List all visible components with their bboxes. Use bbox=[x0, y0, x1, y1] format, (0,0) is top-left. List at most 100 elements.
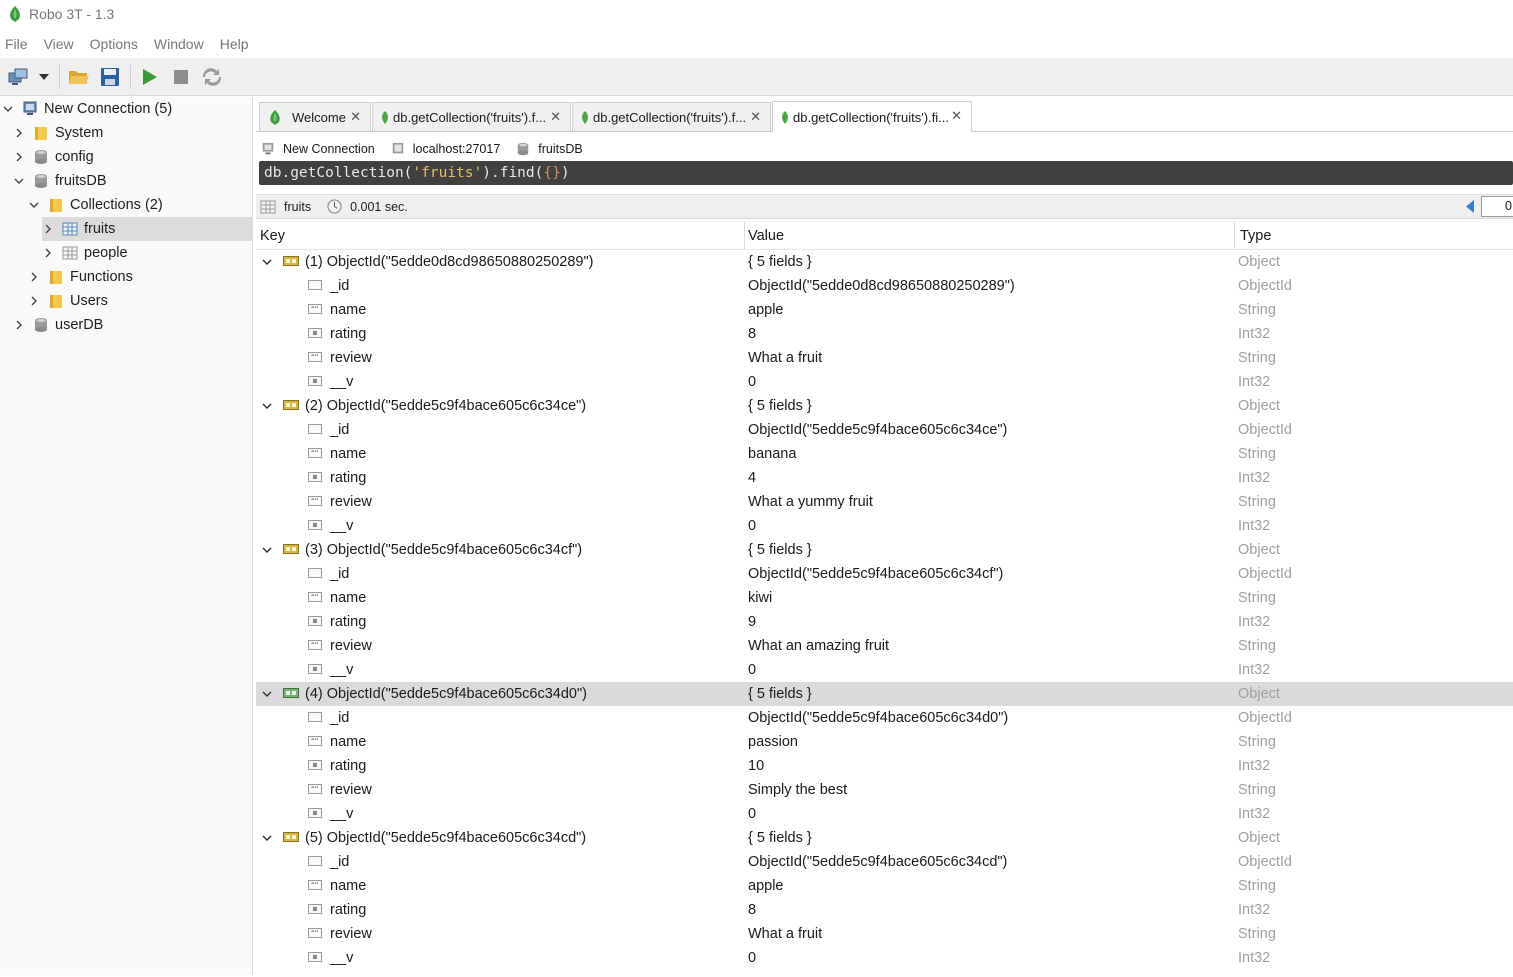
document-row[interactable]: (5) ObjectId("5edde5c9f4bace605c6c34cd")… bbox=[256, 826, 1513, 850]
field-row[interactable]: __v 0 Int32 bbox=[256, 658, 1513, 682]
chevron-down-icon[interactable] bbox=[261, 688, 273, 700]
connect-dropdown-button[interactable] bbox=[37, 64, 51, 90]
chevron-right-icon[interactable] bbox=[28, 271, 40, 283]
field-key: _id bbox=[330, 854, 350, 870]
field-row[interactable]: "" name kiwi String bbox=[256, 586, 1513, 610]
document-row[interactable]: (1) ObjectId("5edde0d8cd98650880250289")… bbox=[256, 250, 1513, 274]
document-row[interactable]: (3) ObjectId("5edde5c9f4bace605c6c34cf")… bbox=[256, 538, 1513, 562]
field-row[interactable]: rating 4 Int32 bbox=[256, 466, 1513, 490]
tree-item-users[interactable]: Users bbox=[28, 289, 108, 313]
tab-query-3[interactable]: db.getCollection('fruits').fi... ✕ bbox=[772, 101, 972, 132]
field-key: rating bbox=[330, 326, 367, 342]
menu-file[interactable]: File bbox=[5, 36, 28, 52]
chevron-right-icon[interactable] bbox=[42, 223, 54, 235]
tree-item-userdb[interactable]: userDB bbox=[13, 313, 103, 337]
close-icon[interactable]: ✕ bbox=[750, 109, 761, 125]
svg-text:"": "" bbox=[311, 881, 318, 890]
column-header-type[interactable]: Type bbox=[1240, 228, 1271, 244]
document-row[interactable]: (4) ObjectId("5edde5c9f4bace605c6c34d0")… bbox=[256, 682, 1513, 706]
chevron-down-icon[interactable] bbox=[13, 175, 25, 187]
field-value: ObjectId("5edde5c9f4bace605c6c34cf") bbox=[748, 566, 1004, 582]
chevron-down-icon[interactable] bbox=[261, 544, 273, 556]
tree-item-config[interactable]: config bbox=[13, 145, 94, 169]
field-row[interactable]: _id ObjectId("5edde5c9f4bace605c6c34cd") O… bbox=[256, 850, 1513, 874]
connect-button[interactable] bbox=[6, 64, 32, 90]
tab-welcome[interactable]: Welcome ✕ bbox=[259, 102, 371, 131]
stop-button[interactable] bbox=[168, 64, 194, 90]
field-row[interactable]: "" review What a fruit String bbox=[256, 922, 1513, 946]
field-row[interactable]: _id ObjectId("5edde0d8cd98650880250289") O… bbox=[256, 274, 1513, 298]
field-row[interactable]: "" name apple String bbox=[256, 874, 1513, 898]
menu-help[interactable]: Help bbox=[220, 36, 249, 52]
chevron-right-icon[interactable] bbox=[28, 295, 40, 307]
field-row[interactable]: rating 9 Int32 bbox=[256, 610, 1513, 634]
toolbar bbox=[0, 58, 1513, 96]
column-header-value[interactable]: Value bbox=[748, 228, 784, 244]
tree-label-system: System bbox=[55, 125, 104, 141]
field-row[interactable]: "" name passion String bbox=[256, 730, 1513, 754]
field-row[interactable]: "" review What a yummy fruit String bbox=[256, 490, 1513, 514]
tree-item-people[interactable]: people bbox=[42, 241, 128, 265]
page-skip-input[interactable]: 0 bbox=[1481, 196, 1513, 217]
chevron-down-icon[interactable] bbox=[28, 199, 40, 211]
connection-info: New Connection bbox=[261, 142, 375, 156]
field-row[interactable]: "" name apple String bbox=[256, 298, 1513, 322]
chevron-down-icon[interactable] bbox=[261, 400, 273, 412]
tree-item-system[interactable]: System bbox=[13, 121, 103, 145]
document-type: Object bbox=[1238, 830, 1280, 846]
close-icon[interactable]: ✕ bbox=[350, 109, 361, 125]
rotate-button[interactable] bbox=[199, 64, 225, 90]
menu-view[interactable]: View bbox=[44, 36, 74, 52]
previous-page-button[interactable] bbox=[1466, 200, 1475, 216]
field-row[interactable]: rating 10 Int32 bbox=[256, 754, 1513, 778]
field-key: __v bbox=[330, 374, 354, 390]
chevron-down-icon[interactable] bbox=[2, 103, 14, 115]
chevron-right-icon[interactable] bbox=[42, 247, 54, 259]
tree-label-fruitsdb: fruitsDB bbox=[55, 173, 107, 189]
tree-item-fruits[interactable]: fruits bbox=[42, 217, 253, 241]
field-row[interactable]: _id ObjectId("5edde5c9f4bace605c6c34ce") O… bbox=[256, 418, 1513, 442]
tree-item-fruitsdb[interactable]: fruitsDB bbox=[13, 169, 107, 193]
field-type: Int32 bbox=[1238, 950, 1271, 966]
execute-button[interactable] bbox=[137, 64, 163, 90]
column-divider[interactable] bbox=[744, 222, 745, 250]
field-value: ObjectId("5edde5c9f4bace605c6c34d0") bbox=[748, 710, 1009, 726]
field-row[interactable]: "" name banana String bbox=[256, 442, 1513, 466]
field-row[interactable]: __v 0 Int32 bbox=[256, 802, 1513, 826]
menu-window[interactable]: Window bbox=[154, 36, 204, 52]
document-row[interactable]: (2) ObjectId("5edde5c9f4bace605c6c34ce")… bbox=[256, 394, 1513, 418]
field-type: Int32 bbox=[1238, 902, 1271, 918]
field-row[interactable]: "" review Simply the best String bbox=[256, 778, 1513, 802]
tree-item-connection[interactable]: New Connection (5) bbox=[2, 97, 172, 121]
chevron-right-icon[interactable] bbox=[13, 127, 25, 139]
field-value: ObjectId("5edde5c9f4bace605c6c34ce") bbox=[748, 422, 1008, 438]
folder-icon bbox=[50, 295, 62, 308]
menu-options[interactable]: Options bbox=[90, 36, 138, 52]
tab-query-1[interactable]: db.getCollection('fruits').f... ✕ bbox=[372, 102, 571, 131]
column-divider[interactable] bbox=[1234, 222, 1235, 250]
field-row[interactable]: __v 0 Int32 bbox=[256, 514, 1513, 538]
field-row[interactable]: rating 8 Int32 bbox=[256, 898, 1513, 922]
tree-item-collections[interactable]: Collections (2) bbox=[28, 193, 163, 217]
close-icon[interactable]: ✕ bbox=[550, 109, 561, 125]
chevron-right-icon[interactable] bbox=[13, 151, 25, 163]
document-selected-icon bbox=[283, 687, 299, 703]
field-row[interactable]: _id ObjectId("5edde5c9f4bace605c6c34cf") O… bbox=[256, 562, 1513, 586]
field-row[interactable]: "" review What a fruit String bbox=[256, 346, 1513, 370]
save-button[interactable] bbox=[97, 64, 123, 90]
chevron-down-icon[interactable] bbox=[261, 832, 273, 844]
field-row[interactable]: __v 0 Int32 bbox=[256, 370, 1513, 394]
field-row[interactable]: rating 8 Int32 bbox=[256, 322, 1513, 346]
column-header-key[interactable]: Key bbox=[260, 228, 285, 244]
open-button[interactable] bbox=[66, 64, 92, 90]
database-name: fruitsDB bbox=[538, 142, 583, 156]
close-icon[interactable]: ✕ bbox=[951, 108, 962, 124]
query-editor[interactable]: db.getCollection('fruits').find({}) bbox=[259, 161, 1513, 185]
field-row[interactable]: __v 0 Int32 bbox=[256, 946, 1513, 970]
tab-query-2[interactable]: db.getCollection('fruits').f... ✕ bbox=[572, 102, 771, 131]
tree-item-functions[interactable]: Functions bbox=[28, 265, 133, 289]
chevron-down-icon[interactable] bbox=[261, 256, 273, 268]
field-row[interactable]: _id ObjectId("5edde5c9f4bace605c6c34d0") O… bbox=[256, 706, 1513, 730]
field-row[interactable]: "" review What an amazing fruit String bbox=[256, 634, 1513, 658]
chevron-right-icon[interactable] bbox=[13, 319, 25, 331]
